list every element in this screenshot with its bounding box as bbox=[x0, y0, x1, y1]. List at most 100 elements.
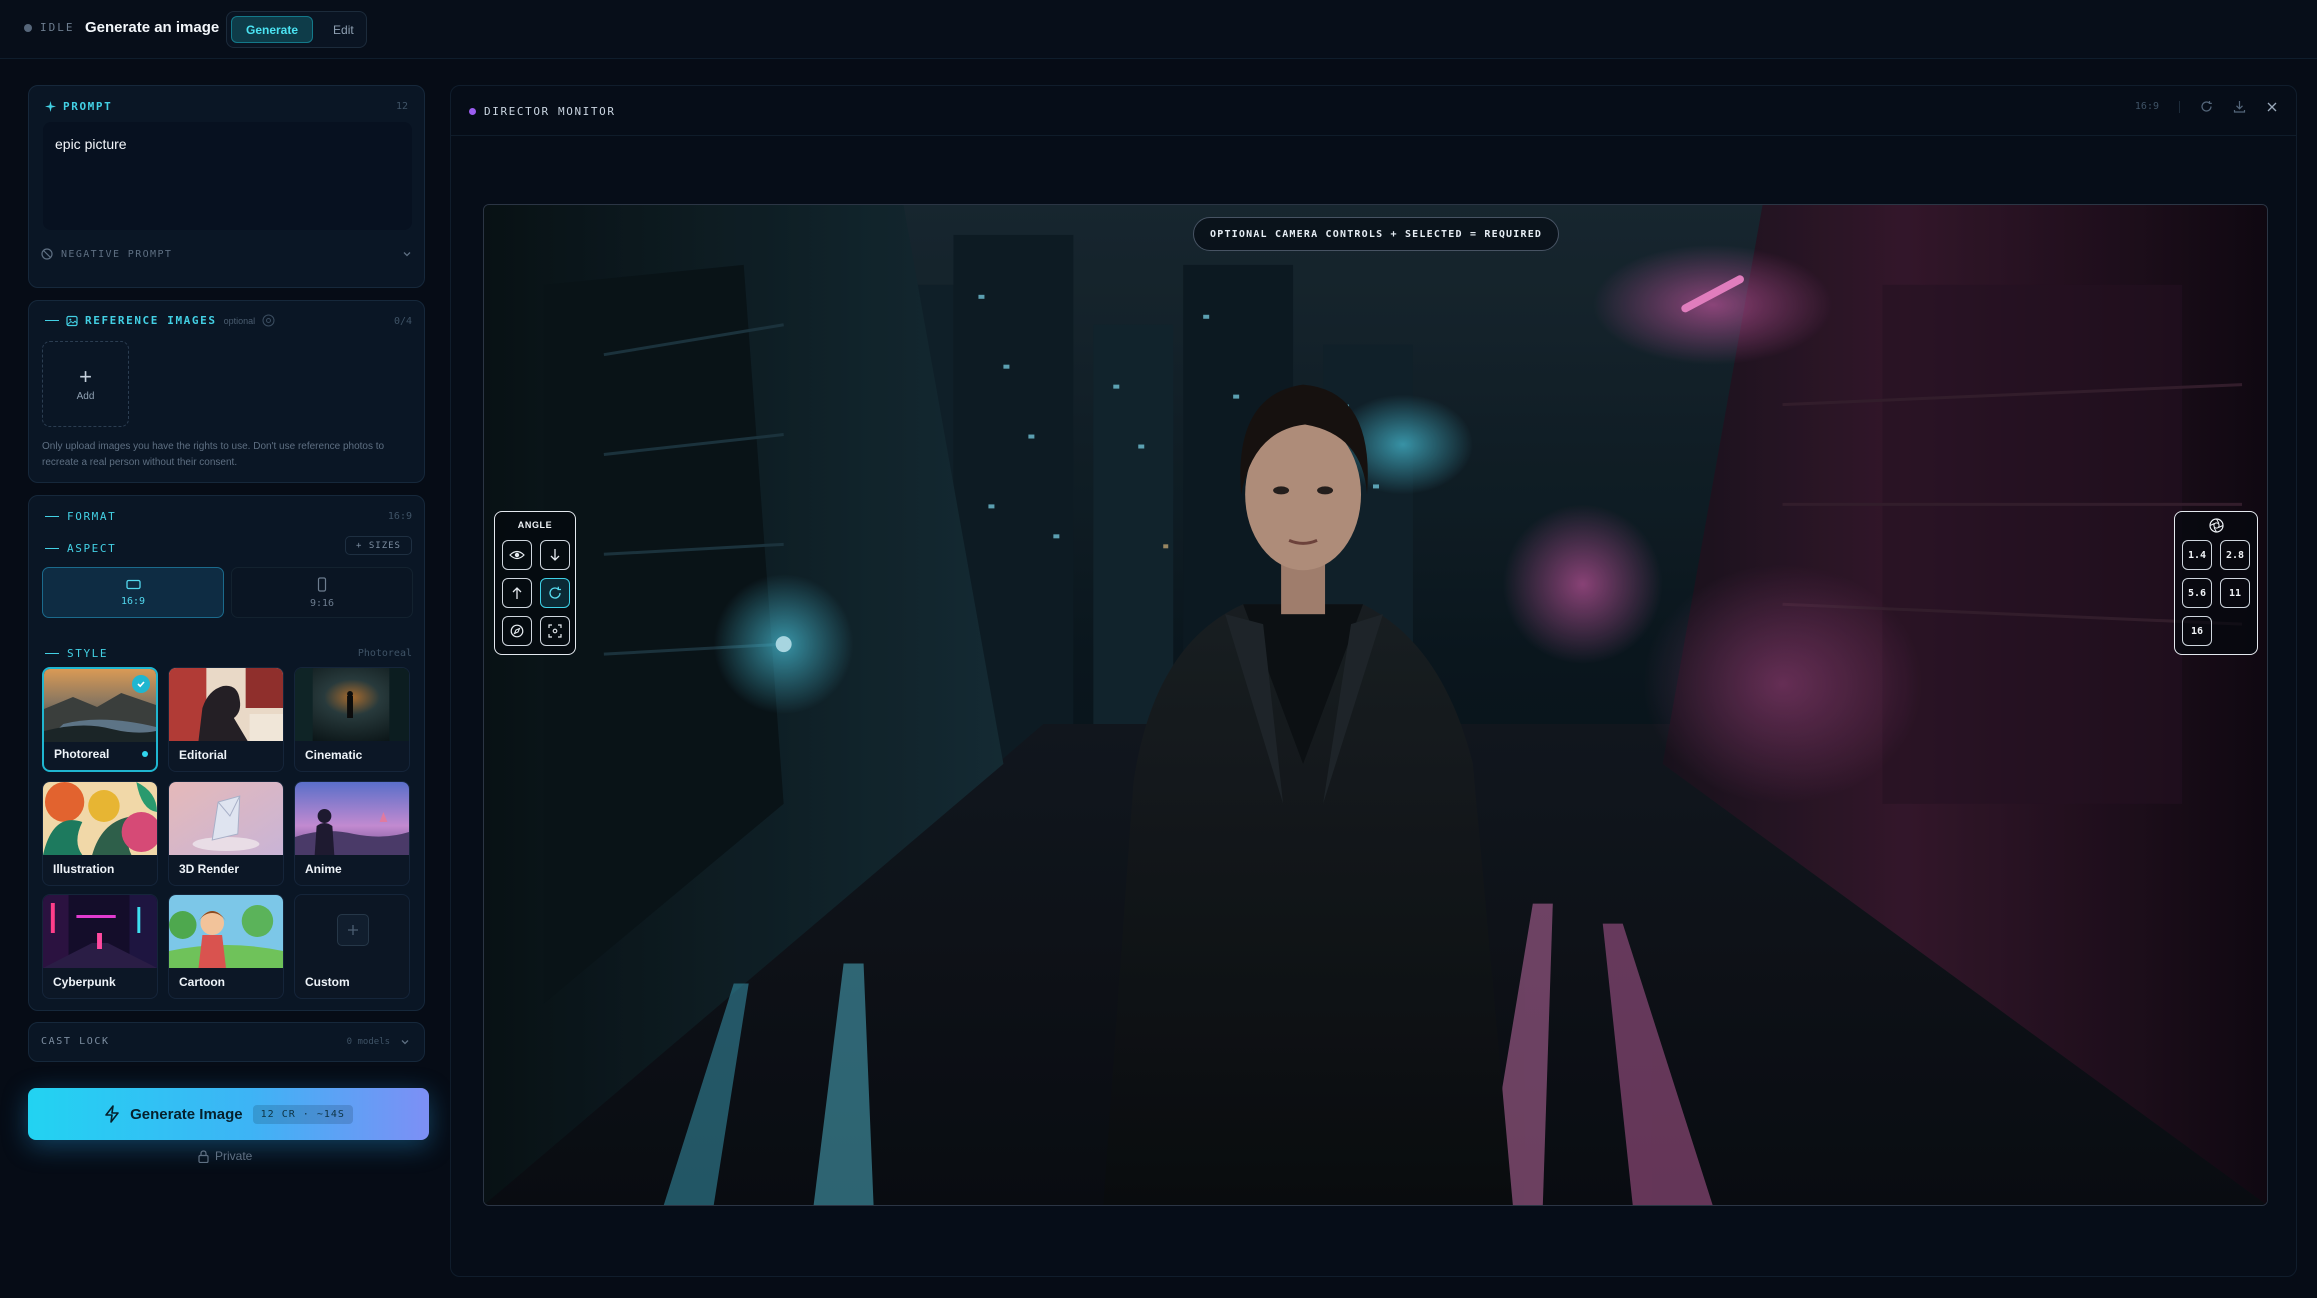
aperture-f11-button[interactable]: 11 bbox=[2220, 578, 2250, 608]
format-label: FORMAT bbox=[67, 510, 117, 523]
aperture-f16-button[interactable]: 16 bbox=[2182, 616, 2212, 646]
divider bbox=[2179, 100, 2180, 113]
monitor-ratio: 16:9 bbox=[2134, 101, 2159, 112]
format-panel: FORMAT 16:9 ASPECT + SIZES 16:9 9:16 STY… bbox=[28, 495, 425, 1011]
bolt-icon bbox=[104, 1105, 120, 1123]
privacy-toggle[interactable]: Private bbox=[198, 1149, 252, 1163]
angle-controls: ANGLE bbox=[494, 511, 576, 655]
lock-icon bbox=[198, 1149, 209, 1163]
style-card-editorial[interactable]: Editorial bbox=[168, 667, 284, 772]
ban-icon bbox=[41, 248, 53, 260]
aperture-f5-6-button[interactable]: 5.6 bbox=[2182, 578, 2212, 608]
cast-lock-label: CAST LOCK bbox=[41, 1036, 110, 1047]
style-card-illustration[interactable]: Illustration bbox=[42, 781, 158, 886]
aspect-16-9-button[interactable]: 16:9 bbox=[42, 567, 224, 618]
prompt-panel: PROMPT 12 epic picture NEGATIVE PROMPT bbox=[28, 85, 425, 288]
top-bar: IDLE Generate an image Generate Edit bbox=[0, 0, 2317, 59]
reference-images-panel: REFERENCE IMAGES optional 0/4 + Add Only… bbox=[28, 300, 425, 483]
check-icon bbox=[132, 675, 150, 693]
preview-frame: OPTIONAL CAMERA CONTROLS + SELECTED = RE… bbox=[483, 204, 2268, 1206]
style-selected: Photoreal bbox=[357, 648, 412, 659]
style-name-cartoon: Cartoon bbox=[179, 975, 225, 989]
section-dash bbox=[45, 653, 59, 654]
anime-thumbnail bbox=[295, 782, 409, 855]
aspect-label: ASPECT bbox=[67, 542, 117, 555]
status-dot bbox=[24, 23, 32, 32]
illustration-thumbnail bbox=[43, 782, 157, 855]
editorial-thumbnail bbox=[169, 668, 283, 741]
eye-icon bbox=[509, 549, 525, 561]
arrow-up-icon bbox=[511, 586, 523, 600]
status-indicator: IDLE bbox=[24, 21, 75, 34]
style-name-3d-render: 3D Render bbox=[179, 862, 240, 876]
add-reference-button[interactable]: + Add bbox=[42, 341, 129, 427]
style-name-anime: Anime bbox=[305, 862, 342, 876]
reference-count: 0/4 bbox=[393, 316, 412, 327]
camera-controls-hint: OPTIONAL CAMERA CONTROLS + SELECTED = RE… bbox=[1193, 217, 1560, 251]
status-text: IDLE bbox=[40, 21, 75, 34]
plus-icon: + bbox=[79, 363, 92, 389]
tab-edit[interactable]: Edit bbox=[319, 16, 368, 43]
chevron-down-icon bbox=[400, 1037, 410, 1047]
low-angle-button[interactable] bbox=[502, 578, 532, 608]
cyberpunk-thumbnail bbox=[43, 895, 157, 968]
style-card-photoreal[interactable]: Photoreal bbox=[42, 667, 158, 772]
aperture-controls: 1.4 2.8 5.6 11 16 bbox=[2174, 511, 2258, 655]
overhead-button[interactable] bbox=[502, 616, 532, 646]
dutch-angle-button[interactable] bbox=[540, 578, 570, 608]
pov-button[interactable] bbox=[540, 616, 570, 646]
style-card-3d-render[interactable]: 3D Render bbox=[168, 781, 284, 886]
style-name-custom: Custom bbox=[305, 975, 350, 989]
aspect-9-16-button[interactable]: 9:16 bbox=[231, 567, 413, 618]
chevron-down-icon bbox=[402, 249, 412, 259]
aperture-f2-8-button[interactable]: 2.8 bbox=[2220, 540, 2250, 570]
section-dash bbox=[45, 548, 59, 549]
page-title: Generate an image bbox=[85, 19, 220, 36]
info-icon[interactable] bbox=[262, 314, 275, 327]
style-name-illustration: Illustration bbox=[53, 862, 115, 876]
style-card-cyberpunk[interactable]: Cyberpunk bbox=[42, 894, 158, 999]
high-angle-button[interactable] bbox=[540, 540, 570, 570]
aspect-9-16-label: 9:16 bbox=[309, 597, 335, 609]
style-card-custom[interactable]: Custom bbox=[294, 894, 410, 999]
generated-image bbox=[484, 205, 2267, 1205]
monitor-status-dot bbox=[469, 108, 476, 115]
eye-level-button[interactable] bbox=[502, 540, 532, 570]
cinematic-thumbnail bbox=[295, 668, 409, 741]
generate-label: Generate Image bbox=[130, 1105, 243, 1123]
close-icon[interactable] bbox=[2266, 101, 2278, 113]
style-name-editorial: Editorial bbox=[179, 748, 228, 762]
prompt-input[interactable]: epic picture bbox=[43, 122, 412, 230]
negative-prompt-label: NEGATIVE PROMPT bbox=[61, 248, 173, 260]
refresh-icon[interactable] bbox=[2200, 100, 2213, 113]
style-card-cartoon[interactable]: Cartoon bbox=[168, 894, 284, 999]
format-value: 16:9 bbox=[387, 511, 412, 522]
cast-lock-panel[interactable]: CAST LOCK 0 models bbox=[28, 1022, 425, 1062]
rights-disclaimer: Only upload images you have the rights t… bbox=[42, 441, 385, 468]
generate-image-button[interactable]: Generate Image 12 CR · ~14S bbox=[28, 1088, 429, 1140]
rotate-icon bbox=[548, 586, 562, 600]
portrait-icon bbox=[317, 576, 327, 592]
section-dash bbox=[45, 320, 59, 321]
cast-lock-count: 0 models bbox=[346, 1037, 390, 1047]
negative-prompt-toggle[interactable]: NEGATIVE PROMPT bbox=[41, 248, 412, 260]
angle-label: ANGLE bbox=[517, 520, 553, 530]
monitor-header: DIRECTOR MONITOR 16:9 bbox=[451, 86, 2296, 136]
style-card-anime[interactable]: Anime bbox=[294, 781, 410, 886]
selected-dot bbox=[142, 751, 148, 757]
section-dash bbox=[45, 516, 59, 517]
download-icon[interactable] bbox=[2233, 100, 2246, 113]
focus-icon bbox=[548, 624, 562, 638]
cartoon-thumbnail bbox=[169, 895, 283, 968]
style-label: STYLE bbox=[67, 647, 109, 660]
director-monitor: DIRECTOR MONITOR 16:9 OPTIONAL CAMERA CO… bbox=[450, 85, 2297, 1277]
generate-cost-badge: 12 CR · ~14S bbox=[252, 1104, 353, 1124]
privacy-label: Private bbox=[215, 1149, 253, 1163]
style-card-cinematic[interactable]: Cinematic bbox=[294, 667, 410, 772]
plus-icon bbox=[337, 914, 369, 946]
optional-tag: optional bbox=[223, 315, 256, 326]
aperture-f1-4-button[interactable]: 1.4 bbox=[2182, 540, 2212, 570]
sizes-button[interactable]: + SIZES bbox=[345, 536, 412, 555]
sparkle-icon bbox=[45, 101, 56, 112]
tab-generate[interactable]: Generate bbox=[231, 16, 314, 43]
